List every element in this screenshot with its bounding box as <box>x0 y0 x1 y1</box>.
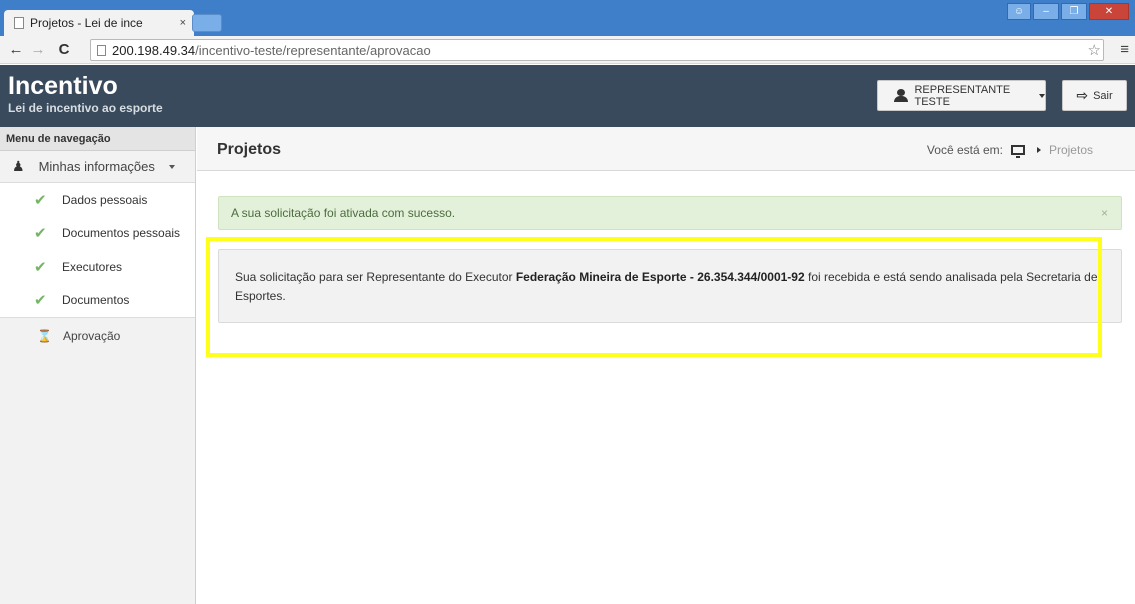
sidebar-group-label: Minhas informações <box>38 159 155 174</box>
breadcrumb: Você está em: Projetos <box>926 143 1093 158</box>
chevron-down-icon <box>1039 93 1045 98</box>
breadcrumb-current: Projetos <box>1048 143 1093 157</box>
sidebar-item-aprovacao[interactable]: ⌛ Aprovação <box>0 318 195 354</box>
url-host: 200.198.49.34 <box>112 42 196 58</box>
page-icon <box>97 44 106 56</box>
sign-out-icon: ⇨ <box>1076 87 1089 103</box>
user-menu-button[interactable]: REPRESENTANTE TESTE <box>877 80 1046 111</box>
back-icon[interactable]: ← <box>6 41 26 58</box>
sidebar-item-label: Executores <box>62 259 123 274</box>
sidebar-item-documentos-pessoais[interactable]: ✔ Documentos pessoais <box>0 217 195 251</box>
reload-icon[interactable]: C <box>54 41 74 58</box>
info-message: Sua solicitação para ser Representante d… <box>218 249 1122 323</box>
hourglass-icon: ⌛ <box>37 329 52 343</box>
info-text-before: Sua solicitação para ser Representante d… <box>235 270 516 284</box>
close-icon[interactable]: × <box>1101 206 1108 220</box>
sidebar-heading: Menu de navegação <box>0 127 195 151</box>
minimize-button[interactable]: – <box>1033 3 1059 20</box>
brand-subtitle: Lei de incentivo ao esporte <box>8 101 163 115</box>
window-controls: ☺ – ❐ ✕ <box>1007 3 1129 20</box>
sidebar-item-documentos[interactable]: ✔ Documentos <box>0 284 195 318</box>
browser-titlebar: Projetos - Lei de ince × ☺ – ❐ ✕ <box>0 0 1135 36</box>
success-alert: A sua solicitação foi ativada com sucess… <box>218 196 1122 230</box>
main-header: Projetos Você está em: Projetos <box>197 127 1135 171</box>
logout-label: Sair <box>1093 89 1113 102</box>
new-tab-button[interactable] <box>192 14 222 32</box>
executor-name: Federação Mineira de Esporte - 26.354.34… <box>515 270 805 284</box>
sidebar-sublist: ✔ Dados pessoais ✔ Documentos pessoais ✔… <box>0 183 195 318</box>
sidebar: Menu de navegação ♟ Minhas informações ✔… <box>0 127 196 604</box>
breadcrumb-prefix: Você está em: <box>926 143 1003 157</box>
check-icon: ✔ <box>34 191 47 209</box>
page-icon <box>14 17 24 29</box>
app-header: Incentivo Lei de incentivo ao esporte RE… <box>0 65 1135 127</box>
tab-title: Projetos - Lei de ince <box>30 16 143 30</box>
profile-icon[interactable]: ☺ <box>1007 3 1031 20</box>
user-menu-label: REPRESENTANTE TESTE <box>914 83 1011 108</box>
user-icon <box>894 89 909 102</box>
sidebar-item-label: Aprovação <box>62 329 121 343</box>
sidebar-item-label: Dados pessoais <box>62 192 148 207</box>
page-title: Projetos <box>217 141 282 158</box>
address-bar[interactable]: 200.198.49.34/incentivo-teste/representa… <box>90 39 1104 61</box>
url-path: /incentivo-teste/representante/aprovacao <box>195 42 431 58</box>
forward-icon[interactable]: → <box>28 41 48 58</box>
desktop-icon[interactable] <box>1010 145 1025 158</box>
check-icon: ✔ <box>34 258 47 276</box>
chevron-down-icon <box>168 164 175 169</box>
user-tie-icon: ♟ <box>12 158 25 174</box>
check-icon: ✔ <box>34 292 47 310</box>
tab-close-icon[interactable]: × <box>180 17 186 29</box>
sidebar-item-dados-pessoais[interactable]: ✔ Dados pessoais <box>0 183 195 217</box>
browser-menu-icon[interactable]: ≡ <box>1120 41 1129 58</box>
sidebar-group-minhas-informacoes[interactable]: ♟ Minhas informações <box>0 151 195 183</box>
browser-toolbar: ← → C 200.198.49.34/incentivo-teste/repr… <box>0 36 1135 64</box>
chevron-right-icon <box>1036 147 1041 153</box>
brand-title: Incentivo <box>8 72 118 100</box>
bookmark-star-icon[interactable]: ☆ <box>1088 41 1101 59</box>
sidebar-item-label: Documentos pessoais <box>62 226 181 241</box>
brand[interactable]: Incentivo Lei de incentivo ao esporte <box>8 73 163 115</box>
sidebar-item-label: Documentos <box>62 293 130 308</box>
close-window-button[interactable]: ✕ <box>1089 3 1129 20</box>
sidebar-item-executores[interactable]: ✔ Executores <box>0 250 195 284</box>
maximize-button[interactable]: ❐ <box>1061 3 1087 20</box>
check-icon: ✔ <box>34 225 47 243</box>
browser-tab[interactable]: Projetos - Lei de ince × <box>4 10 194 36</box>
alert-text: A sua solicitação foi ativada com sucess… <box>231 206 456 220</box>
logout-button[interactable]: ⇨ Sair <box>1062 80 1127 111</box>
